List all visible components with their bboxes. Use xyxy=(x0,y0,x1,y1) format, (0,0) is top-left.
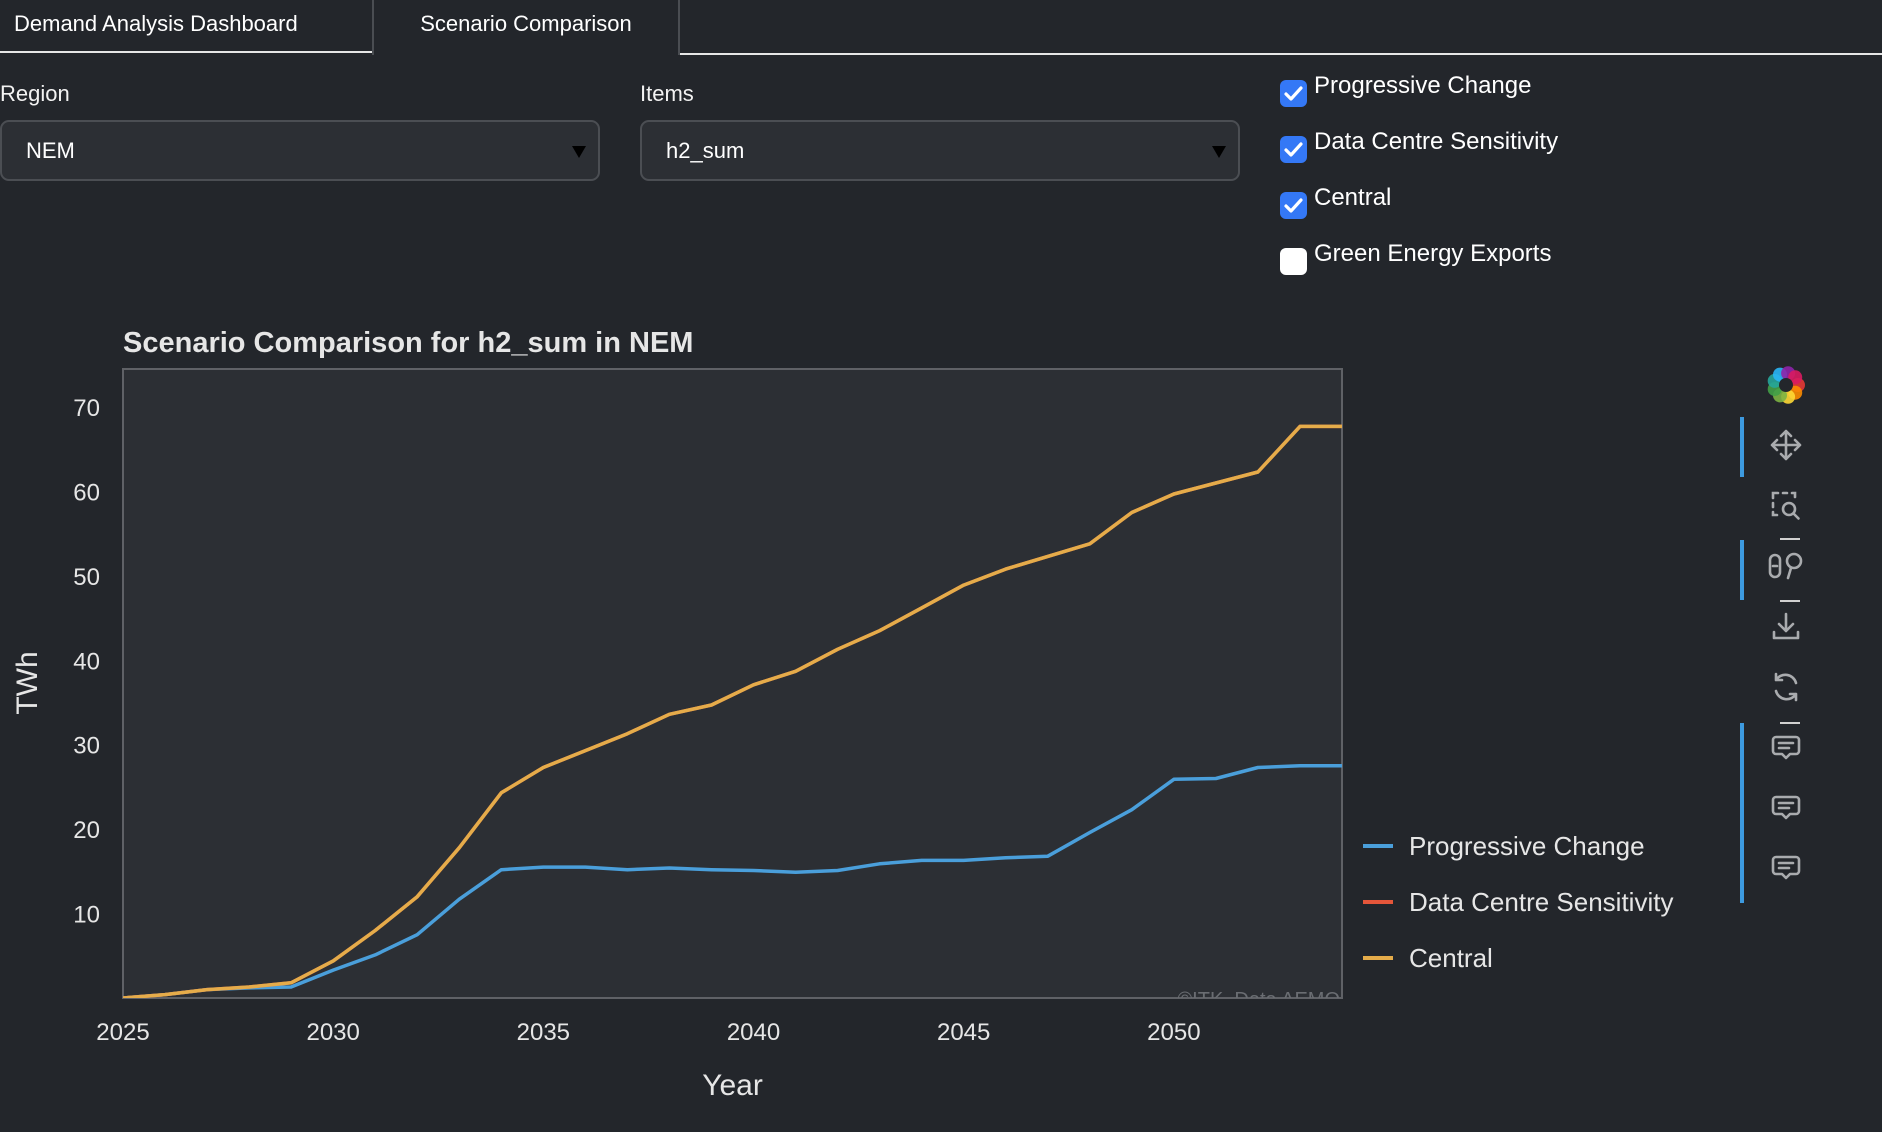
toolbar-separator xyxy=(1780,722,1800,724)
y-tick-label: 40 xyxy=(73,648,100,675)
checkbox-label: Progressive Change xyxy=(1314,72,1532,99)
pan-tool-button[interactable] xyxy=(1758,425,1814,469)
checkbox-label: Green Energy Exports xyxy=(1314,240,1552,267)
x-tick-label: 2040 xyxy=(727,1019,780,1046)
checkbox-box[interactable] xyxy=(1280,248,1307,275)
checkmark-icon xyxy=(1284,142,1303,157)
y-tick-label: 50 xyxy=(73,564,100,591)
checkbox-box[interactable] xyxy=(1280,136,1307,163)
legend-label-central: Central xyxy=(1409,943,1493,973)
legend-label-progressive-change: Progressive Change xyxy=(1409,831,1645,861)
tab-bar-underline xyxy=(680,0,1882,55)
x-tick-label: 2025 xyxy=(96,1019,149,1046)
save-tool-button[interactable] xyxy=(1758,607,1814,651)
x-tick-label: 2045 xyxy=(937,1019,990,1046)
x-tick-label: 2035 xyxy=(517,1019,570,1046)
x-tick-label: 2030 xyxy=(306,1019,359,1046)
reset-icon xyxy=(1769,670,1803,709)
checkmark-icon xyxy=(1284,198,1303,213)
active-tool-indicator xyxy=(1740,723,1744,903)
region-select[interactable]: NEM xyxy=(0,120,600,181)
tab-scenario-comparison[interactable]: Scenario Comparison xyxy=(372,0,680,55)
chart-toolbar xyxy=(1740,365,1820,925)
chevron-down-icon xyxy=(1212,146,1226,158)
y-tick-label: 60 xyxy=(73,479,100,506)
bokeh-logo-icon xyxy=(1764,363,1808,412)
x-axis-label: Year xyxy=(702,1069,763,1102)
tab-demand-analysis-dashboard[interactable]: Demand Analysis Dashboard xyxy=(0,0,372,53)
hover-icon xyxy=(1769,731,1803,770)
hover-icon xyxy=(1769,791,1803,830)
toolbar-separator xyxy=(1780,600,1800,602)
checkmark-icon xyxy=(1284,86,1303,101)
legend-label-data-centre-sensitivity: Data Centre Sensitivity xyxy=(1409,887,1673,917)
hover-tool-button[interactable] xyxy=(1758,788,1814,832)
active-tool-indicator xyxy=(1740,417,1744,477)
region-select-value: NEM xyxy=(26,138,75,163)
hover-icon xyxy=(1769,851,1803,890)
wheel-zoom-tool-button[interactable] xyxy=(1758,546,1814,590)
hover-tool-button[interactable] xyxy=(1758,728,1814,772)
tab-bar: Demand Analysis Dashboard Scenario Compa… xyxy=(0,0,1882,55)
x-tick-label: 2050 xyxy=(1147,1019,1200,1046)
y-tick-label: 10 xyxy=(73,902,100,929)
items-select-value: h2_sum xyxy=(666,138,745,163)
box-zoom-tool-button[interactable] xyxy=(1758,485,1814,529)
region-label: Region xyxy=(0,81,70,106)
pan-icon xyxy=(1769,428,1803,467)
box-zoom-icon xyxy=(1769,488,1803,527)
items-label: Items xyxy=(640,81,694,106)
chevron-down-icon xyxy=(572,146,586,158)
y-tick-label: 20 xyxy=(73,817,100,844)
y-tick-label: 70 xyxy=(73,395,100,422)
hover-tool-button[interactable] xyxy=(1758,848,1814,892)
y-tick-label: 30 xyxy=(73,733,100,760)
reset-tool-button[interactable] xyxy=(1758,667,1814,711)
plot-area xyxy=(122,368,1343,999)
checkbox-label: Central xyxy=(1314,184,1392,211)
toolbar-separator xyxy=(1780,538,1800,540)
y-axis-label: TWh xyxy=(11,651,44,714)
watermark: ©ITK, Data AEMO xyxy=(1177,989,1340,1011)
scenario-comparison-chart: Scenario Comparison for h2_sum in NEM ©IT… xyxy=(11,327,1673,1102)
active-tool-indicator xyxy=(1740,540,1744,600)
checkbox-box[interactable] xyxy=(1280,80,1307,107)
wheel-zoom-icon xyxy=(1767,549,1805,588)
checkbox-label: Data Centre Sensitivity xyxy=(1314,128,1559,155)
bokeh-logo xyxy=(1758,365,1814,409)
checkbox-box[interactable] xyxy=(1280,192,1307,219)
save-icon xyxy=(1769,610,1803,649)
chart-title: Scenario Comparison for h2_sum in NEM xyxy=(123,327,693,359)
items-select[interactable]: h2_sum xyxy=(640,120,1240,181)
